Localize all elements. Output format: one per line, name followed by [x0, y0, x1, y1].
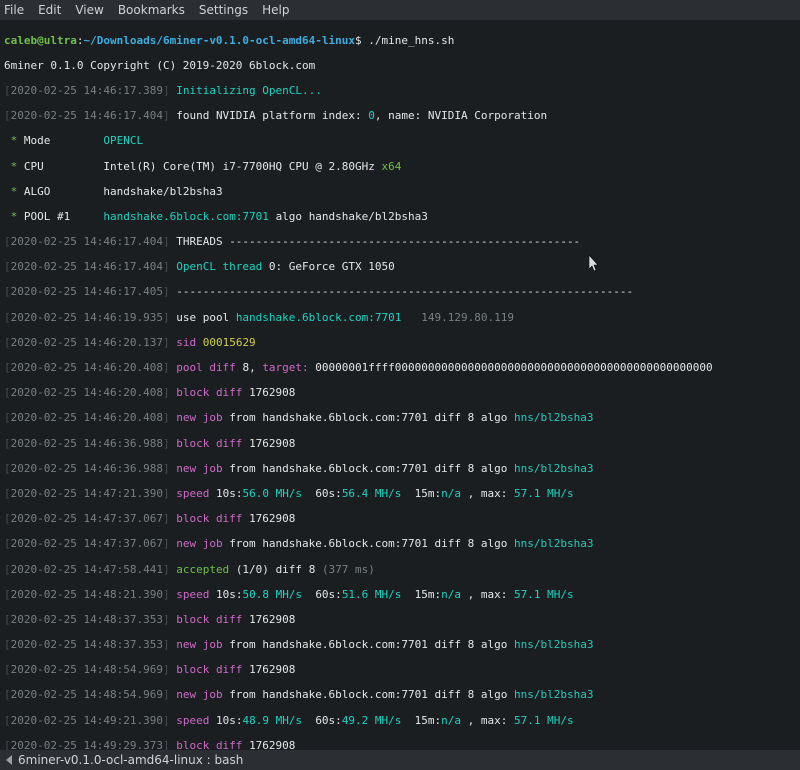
- menu-settings[interactable]: Settings: [199, 3, 248, 17]
- log-timestamp: 2020-02-25 14:46:17.404: [11, 109, 163, 122]
- menubar[interactable]: File Edit View Bookmarks Settings Help: [0, 0, 800, 20]
- menu-edit[interactable]: Edit: [38, 3, 61, 17]
- log-line: [2020-02-25 14:48:37.353] new job from h…: [4, 639, 796, 652]
- log-timestamp: 2020-02-25 14:46:17.389: [11, 84, 163, 97]
- copyright-line: 6miner 0.1.0 Copyright (C) 2019-2020 6bl…: [4, 60, 796, 73]
- log-line: [2020-02-25 14:46:17.404] OpenCL thread …: [4, 261, 796, 274]
- info-mode: * Mode OPENCL: [4, 135, 796, 148]
- menu-view[interactable]: View: [75, 3, 103, 17]
- menu-file[interactable]: File: [4, 3, 24, 17]
- log-line: [2020-02-25 14:46:20.408] block diff 176…: [4, 387, 796, 400]
- tab-title[interactable]: 6miner-v0.1.0-ocl-amd64-linux : bash: [18, 753, 243, 767]
- log-line: [2020-02-25 14:46:17.405] --------------…: [4, 286, 796, 299]
- prompt-command: ./mine_hns.sh: [368, 34, 454, 47]
- log-line: [2020-02-25 14:46:17.404] found NVIDIA p…: [4, 110, 796, 123]
- log-line: [2020-02-25 14:46:36.988] new job from h…: [4, 463, 796, 476]
- log-line: [2020-02-25 14:46:20.137] sid 00015629: [4, 337, 796, 350]
- terminal[interactable]: caleb@ultra:~/Downloads/6miner-v0.1.0-oc…: [0, 20, 800, 750]
- log-line: [2020-02-25 14:47:37.067] block diff 176…: [4, 513, 796, 526]
- prompt-user: caleb@ultra: [4, 34, 77, 47]
- log-line: [2020-02-25 14:48:37.353] block diff 176…: [4, 614, 796, 627]
- log-line: [2020-02-25 14:46:20.408] pool diff 8, t…: [4, 362, 796, 375]
- log-line: [2020-02-25 14:48:54.969] new job from h…: [4, 689, 796, 702]
- log-line: [2020-02-25 14:47:58.441] accepted (1/0)…: [4, 564, 796, 577]
- log-line: [2020-02-25 14:49:29.373] block diff 176…: [4, 740, 796, 750]
- log-line: [2020-02-25 14:46:19.935] use pool hands…: [4, 312, 796, 325]
- log-line: [2020-02-25 14:46:20.408] new job from h…: [4, 412, 796, 425]
- log-line: [2020-02-25 14:46:36.988] block diff 176…: [4, 438, 796, 451]
- log-line: [2020-02-25 14:46:17.404] THREADS ------…: [4, 236, 796, 249]
- statusbar[interactable]: 6miner-v0.1.0-ocl-amd64-linux : bash: [0, 750, 800, 770]
- prompt-line: caleb@ultra:~/Downloads/6miner-v0.1.0-oc…: [4, 35, 796, 48]
- log-line: [2020-02-25 14:46:17.389] Initializing O…: [4, 85, 796, 98]
- prompt-path: ~/Downloads/6miner-v0.1.0-ocl-amd64-linu…: [83, 34, 355, 47]
- log-line: [2020-02-25 14:48:54.969] block diff 176…: [4, 664, 796, 677]
- log-line: [2020-02-25 14:47:37.067] new job from h…: [4, 538, 796, 551]
- menu-help[interactable]: Help: [262, 3, 289, 17]
- log-line: [2020-02-25 14:48:21.390] speed 10s:50.8…: [4, 589, 796, 602]
- info-pool: * POOL #1 handshake.6block.com:7701 algo…: [4, 211, 796, 224]
- info-cpu: * CPU Intel(R) Core(TM) i7-7700HQ CPU @ …: [4, 161, 796, 174]
- menu-bookmarks[interactable]: Bookmarks: [118, 3, 185, 17]
- log-line: [2020-02-25 14:49:21.390] speed 10s:48.9…: [4, 715, 796, 728]
- log-line: [2020-02-25 14:47:21.390] speed 10s:56.0…: [4, 488, 796, 501]
- info-algo: * ALGO handshake/bl2bsha3: [4, 186, 796, 199]
- tab-indicator-icon: [6, 755, 12, 765]
